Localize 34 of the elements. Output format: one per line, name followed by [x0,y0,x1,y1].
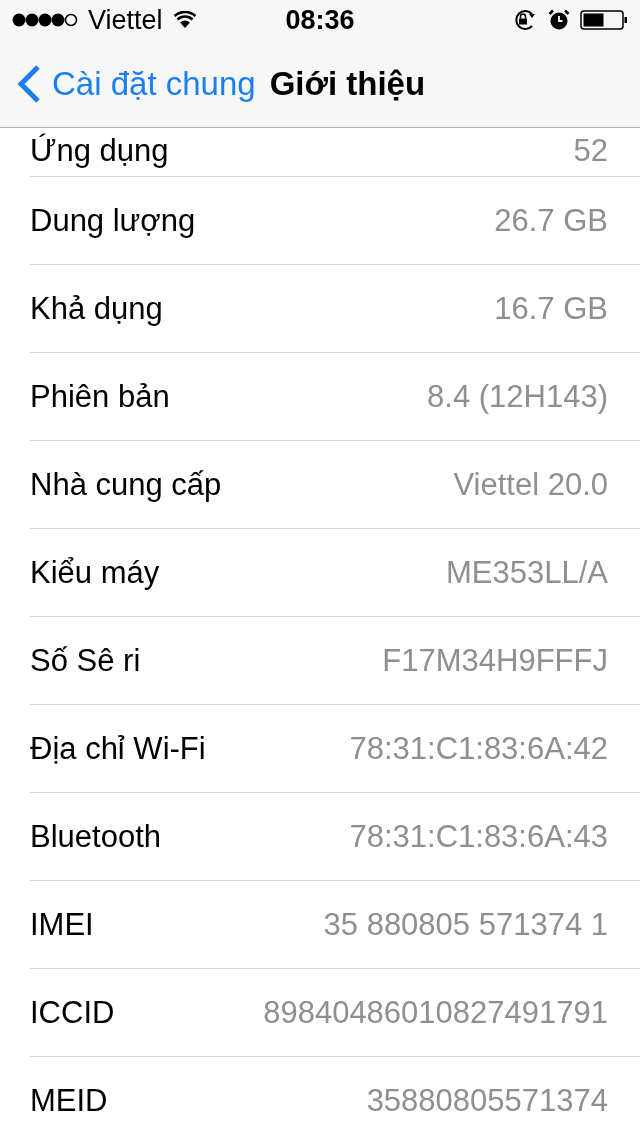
row-label: Bluetooth [30,818,161,855]
row-value: 35 880805 571374 1 [323,906,608,943]
row-value: 89840486010827491791 [263,994,608,1031]
chevron-left-icon [16,64,42,104]
row-value: 52 [573,132,608,169]
row-label: ICCID [30,994,115,1031]
rotation-lock-icon [512,9,538,31]
signal-icon [12,13,78,27]
clock-time: 08:36 [285,4,355,36]
back-button[interactable]: Cài đặt chung [16,64,256,104]
row-label: Dung lượng [30,202,196,239]
alarm-clock-icon [548,9,570,31]
row-label: Nhà cung cấp [30,466,222,503]
wifi-icon [172,11,197,29]
row-value: 78:31:C1:83:6A:43 [349,818,608,855]
row-label: Số Sê ri [30,642,141,679]
row-label: Kiểu máy [30,554,160,591]
row-value: ME353LL/A [446,554,608,591]
row-value: 26.7 GB [494,202,608,239]
row-label: MEID [30,1082,108,1119]
row-value: 78:31:C1:83:6A:42 [349,730,608,767]
row-value: 35880805571374 [366,1082,608,1119]
row-label: Phiên bản [30,378,170,415]
row-value: F17M34H9FFFJ [382,642,608,679]
row-label: Địa chỉ Wi-Fi [30,730,206,767]
row-label: Khả dụng [30,290,163,327]
carrier-name: Viettel [88,4,163,36]
row-label: IMEI [30,906,94,943]
row-label: Ứng dụng [30,132,169,169]
row-value: 8.4 (12H143) [427,378,608,415]
battery-icon [580,9,628,31]
page-title: Giới thiệu [269,65,426,103]
row-value: 16.7 GB [494,290,608,327]
row-value: Viettel 20.0 [453,466,608,503]
